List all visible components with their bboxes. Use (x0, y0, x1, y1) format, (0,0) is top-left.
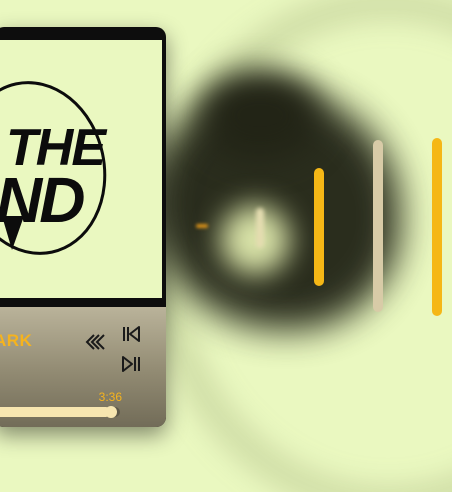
background-hole (220, 205, 290, 275)
player-card: THE ND ARK 3:36 (0, 27, 166, 427)
background-blob-top (200, 70, 320, 160)
previous-track-button[interactable] (120, 323, 142, 345)
rewind-button[interactable] (82, 331, 106, 353)
visualizer-bar (196, 224, 208, 228)
progress-bar[interactable] (0, 406, 120, 418)
rewind-icon (85, 334, 105, 350)
progress-handle[interactable] (105, 406, 118, 418)
visualizer-bar (256, 208, 264, 248)
progress-fill (0, 407, 112, 417)
album-cover: THE ND (0, 40, 162, 298)
play-pause-icon (122, 356, 140, 372)
visualizer-bar (314, 168, 324, 286)
visualizer-bar (373, 140, 383, 312)
cover-title-line2: ND (0, 164, 85, 236)
visualizer-bar (432, 138, 442, 316)
skip-previous-icon (123, 326, 140, 342)
play-pause-button[interactable] (120, 353, 142, 375)
player-controls-panel: ARK 3:36 (0, 307, 166, 427)
track-title: ARK (0, 331, 33, 350)
track-duration: 3:36 (98, 390, 122, 404)
